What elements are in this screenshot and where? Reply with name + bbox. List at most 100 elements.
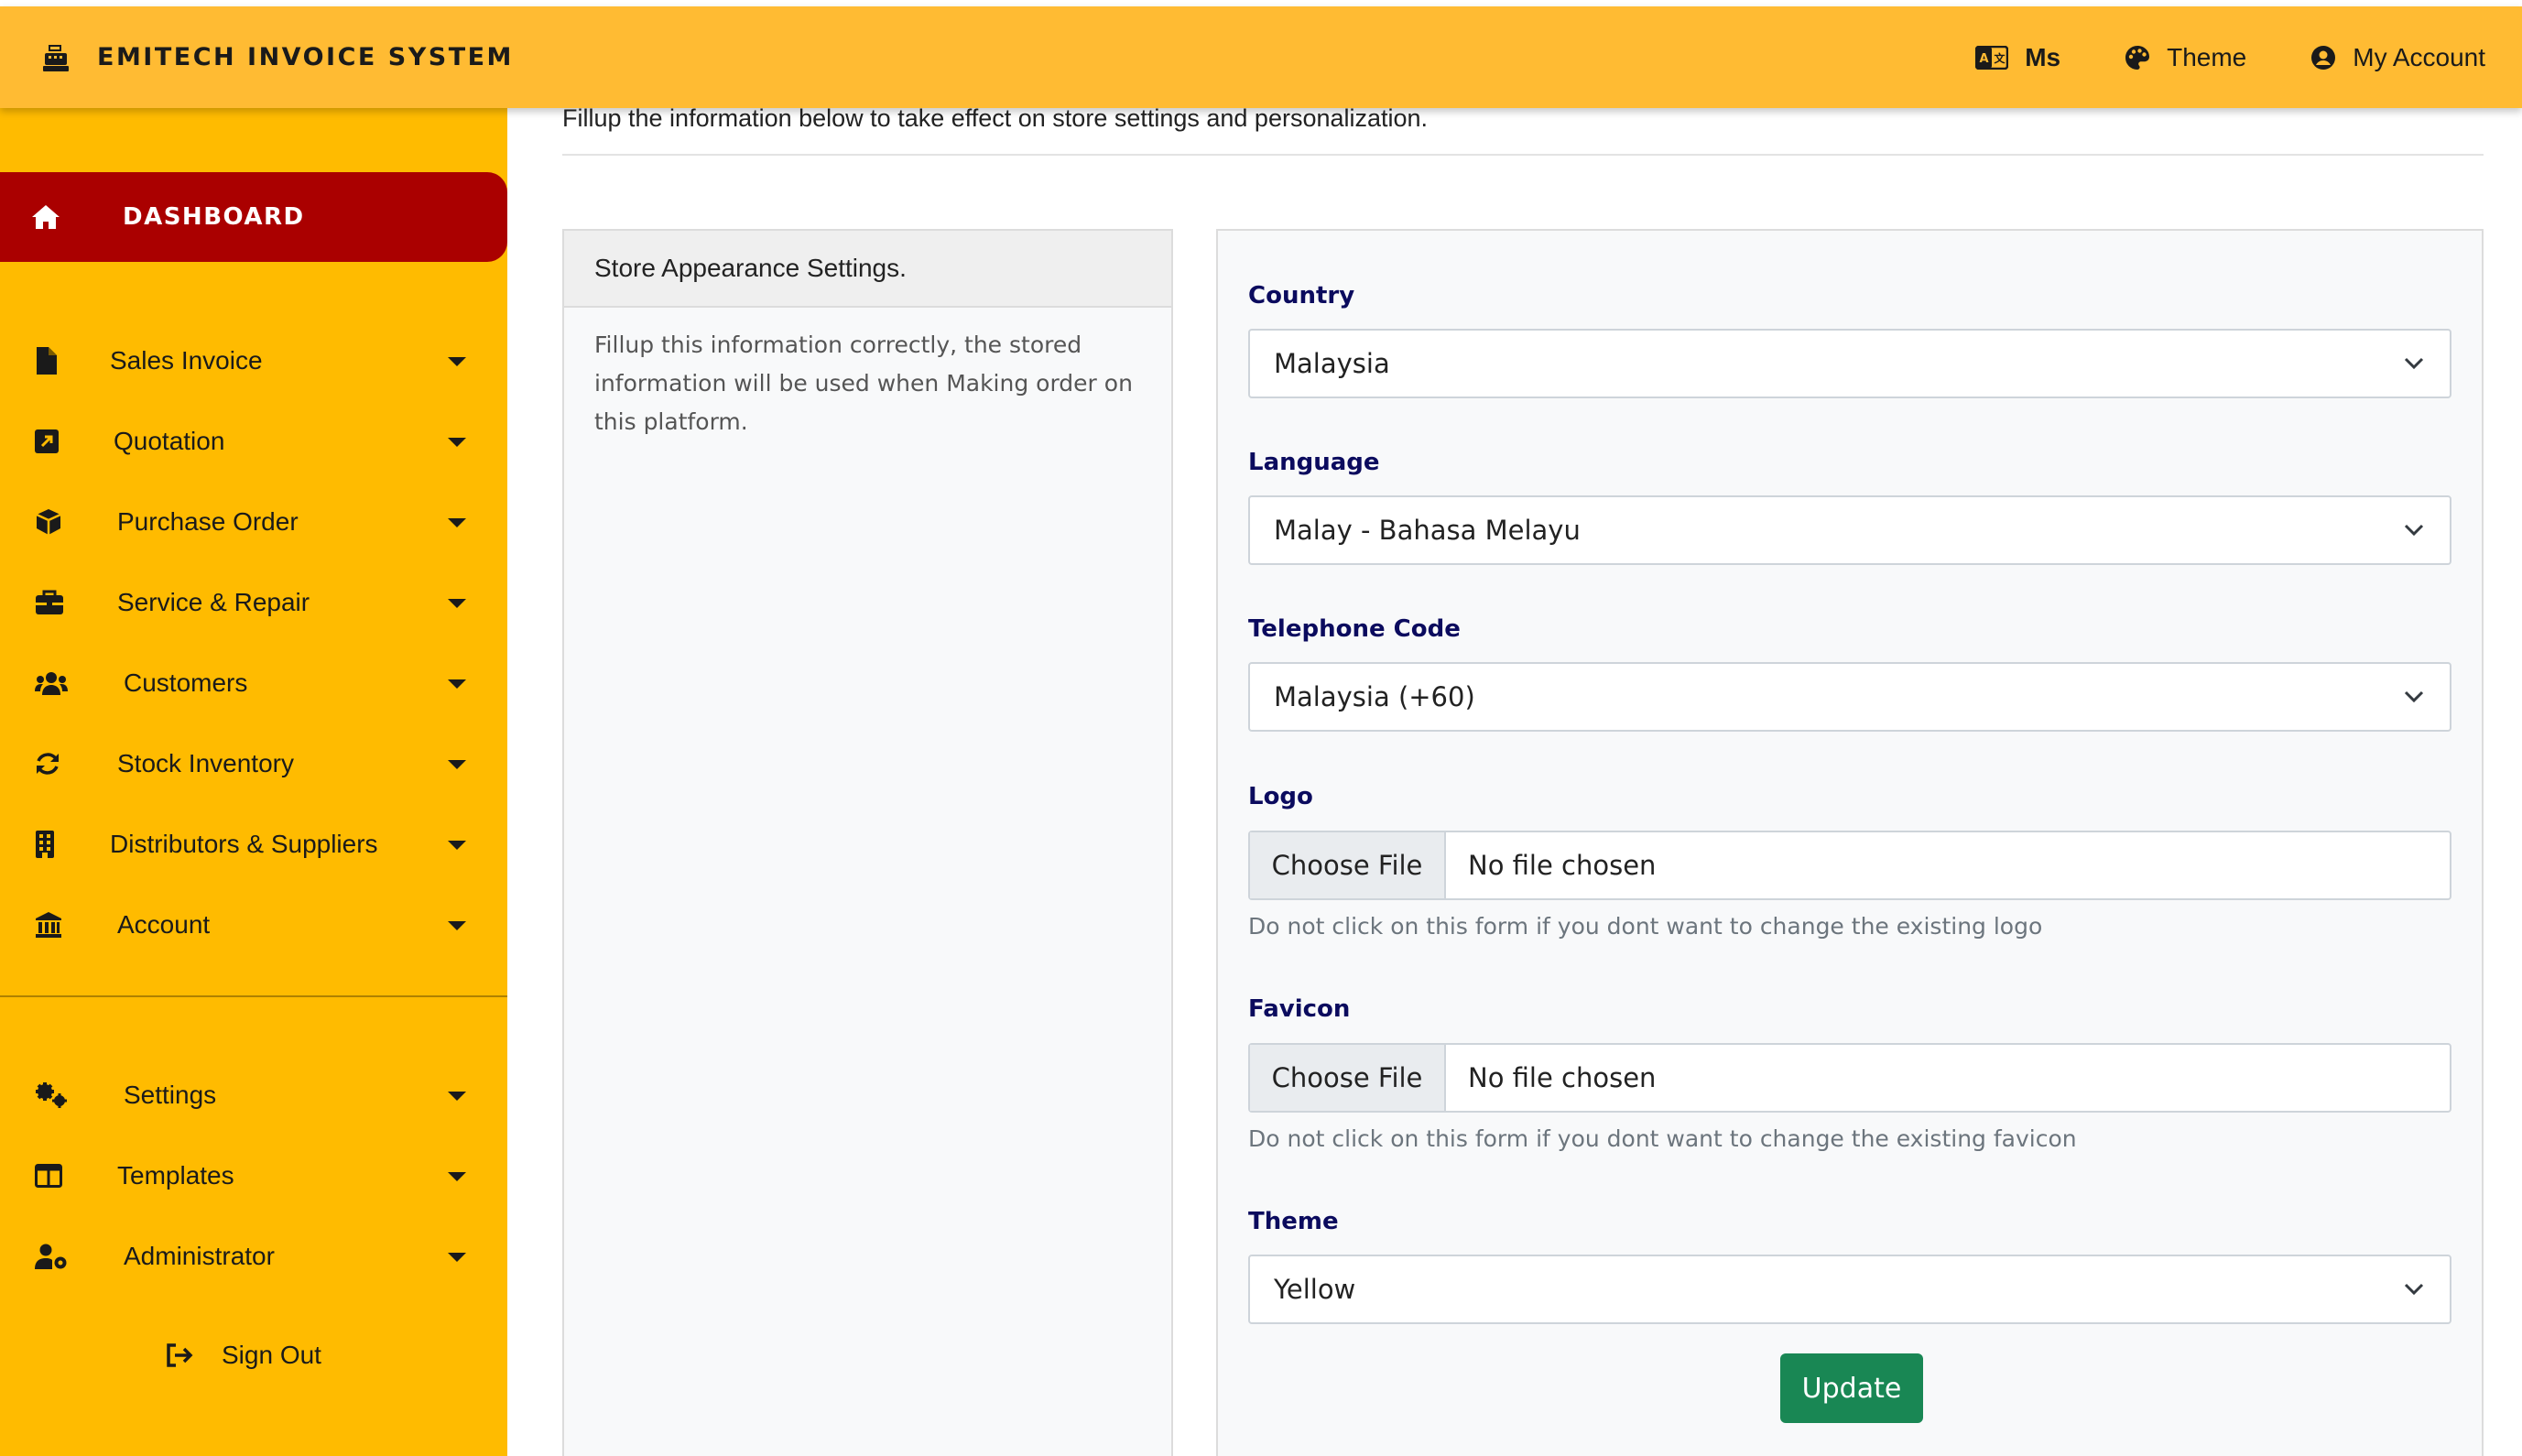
favicon-label: Favicon <box>1248 995 1351 1023</box>
palette-icon <box>2125 45 2150 70</box>
sidebar-item-label: Stock Inventory <box>117 749 294 777</box>
caret-down-icon <box>448 841 466 850</box>
sidebar-item-label: Distributors & Suppliers <box>110 830 378 858</box>
telephone-code-label: Telephone Code <box>1248 615 1461 643</box>
theme-value: Yellow <box>1274 1274 1356 1305</box>
logo-help-text: Do not click on this form if you dont wa… <box>1248 913 2043 940</box>
caret-down-icon <box>448 357 466 366</box>
sidebar-item-distributors-suppliers[interactable]: Distributors & Suppliers <box>0 812 507 876</box>
caret-down-icon <box>448 760 466 769</box>
sidebar-item-quotation[interactable]: Quotation <box>0 409 507 473</box>
telephone-code-select[interactable]: Malaysia (+60) <box>1248 662 2451 732</box>
chevron-down-icon <box>2404 357 2424 370</box>
favicon-help-text: Do not click on this form if you dont wa… <box>1248 1125 2077 1152</box>
sidebar-item-templates[interactable]: Templates <box>0 1144 507 1208</box>
chevron-down-icon <box>2404 524 2424 537</box>
intro-text: Fillup the information below to take eff… <box>562 104 1429 132</box>
brand-title: EMITECH INVOICE SYSTEM <box>97 43 514 71</box>
caret-down-icon <box>448 1172 466 1181</box>
svg-text:A: A <box>1980 52 1989 66</box>
sign-out-link[interactable]: Sign Out <box>165 1332 321 1378</box>
caret-down-icon <box>448 599 466 608</box>
country-select[interactable]: Malaysia <box>1248 329 2451 398</box>
country-value: Malaysia <box>1274 348 1390 379</box>
svg-text:文: 文 <box>1995 51 2006 65</box>
user-cog-icon <box>35 1244 67 1269</box>
brand[interactable]: EMITECH INVOICE SYSTEM <box>42 6 514 108</box>
sync-icon <box>37 753 59 775</box>
sidebar-item-label: Quotation <box>114 427 225 455</box>
caret-down-icon <box>448 679 466 689</box>
gears-icon <box>36 1082 67 1108</box>
favicon-file-input[interactable]: Choose File No file chosen <box>1248 1043 2451 1113</box>
file-icon <box>37 347 57 375</box>
sidebar-item-administrator[interactable]: Administrator <box>0 1224 507 1288</box>
favicon-file-status: No file chosen <box>1468 1062 1657 1093</box>
home-icon <box>32 205 60 229</box>
language-switcher[interactable]: A 文 Ms <box>1975 43 2060 72</box>
logo-file-input[interactable]: Choose File No file chosen <box>1248 831 2451 900</box>
building-icon <box>36 831 54 858</box>
theme-menu[interactable]: Theme <box>2125 43 2246 72</box>
sidebar-item-label: Templates <box>117 1161 234 1190</box>
user-circle-icon <box>2311 45 2336 70</box>
sidebar: DASHBOARD Sales Invoice Quotation Purcha… <box>0 108 507 1456</box>
sidebar-item-account[interactable]: Account <box>0 893 507 957</box>
toolbox-icon <box>36 590 63 614</box>
sidebar-item-label: Service & Repair <box>117 588 310 616</box>
top-navbar: EMITECH INVOICE SYSTEM A 文 Ms Theme My A… <box>0 6 2522 108</box>
sign-out-label: Sign Out <box>222 1341 321 1369</box>
sidebar-item-purchase-order[interactable]: Purchase Order <box>0 490 507 554</box>
quote-icon <box>35 429 59 453</box>
caret-down-icon <box>448 438 466 447</box>
caret-down-icon <box>448 1253 466 1262</box>
top-right-menu: A 文 Ms Theme My Account <box>1911 6 2485 108</box>
language-short: Ms <box>2025 42 2061 71</box>
language-value: Malay - Bahasa Melayu <box>1274 515 1581 546</box>
telephone-code-value: Malaysia (+60) <box>1274 681 1475 712</box>
caret-down-icon <box>448 1092 466 1101</box>
logo-file-status: No file chosen <box>1468 850 1657 881</box>
language-select[interactable]: Malay - Bahasa Melayu <box>1248 495 2451 565</box>
columns-icon <box>35 1164 62 1188</box>
caret-down-icon <box>448 921 466 930</box>
dashboard-label: DASHBOARD <box>123 203 305 231</box>
card-title: Store Appearance Settings. <box>564 231 1171 308</box>
my-account-menu[interactable]: My Account <box>2310 43 2485 72</box>
cash-register-icon <box>43 44 69 71</box>
sidebar-item-service-repair[interactable]: Service & Repair <box>0 570 507 635</box>
account-label: My Account <box>2353 42 2485 71</box>
favicon-choose-file-button[interactable]: Choose File <box>1250 1045 1446 1111</box>
chevron-down-icon <box>2404 1283 2424 1296</box>
card-description: Fillup this information correctly, the s… <box>594 331 1133 435</box>
sidebar-item-sales-invoice[interactable]: Sales Invoice <box>0 329 507 393</box>
update-button[interactable]: Update <box>1780 1353 1923 1423</box>
sidebar-item-settings[interactable]: Settings <box>0 1063 507 1127</box>
bank-icon <box>36 912 61 938</box>
sidebar-item-stock-inventory[interactable]: Stock Inventory <box>0 732 507 796</box>
sign-out-icon <box>167 1343 193 1367</box>
users-icon <box>35 672 68 695</box>
theme-label: Theme <box>2167 42 2247 71</box>
sidebar-item-customers[interactable]: Customers <box>0 651 507 715</box>
theme-select[interactable]: Yellow <box>1248 1255 2451 1324</box>
settings-form-card: Country Malaysia Language Malay - Bahasa… <box>1216 229 2484 1456</box>
sidebar-item-label: Account <box>117 910 211 939</box>
logo-choose-file-button[interactable]: Choose File <box>1250 832 1446 898</box>
country-label: Country <box>1248 282 1355 310</box>
sidebar-item-dashboard[interactable]: DASHBOARD <box>0 172 507 262</box>
box-icon <box>36 509 61 535</box>
language-icon: A 文 <box>1975 45 2009 70</box>
sidebar-item-label: Customers <box>124 668 248 697</box>
caret-down-icon <box>448 518 466 527</box>
sidebar-item-label: Settings <box>124 1081 217 1109</box>
store-appearance-card: Store Appearance Settings. Fillup this i… <box>562 229 1173 1456</box>
intro-divider <box>562 154 2484 156</box>
sidebar-item-label: Administrator <box>124 1242 275 1270</box>
theme-label: Theme <box>1248 1208 1339 1235</box>
language-label: Language <box>1248 449 1380 476</box>
sidebar-item-label: Sales Invoice <box>110 346 263 375</box>
sidebar-item-label: Purchase Order <box>117 507 299 536</box>
sidebar-divider <box>0 995 507 997</box>
chevron-down-icon <box>2404 690 2424 703</box>
